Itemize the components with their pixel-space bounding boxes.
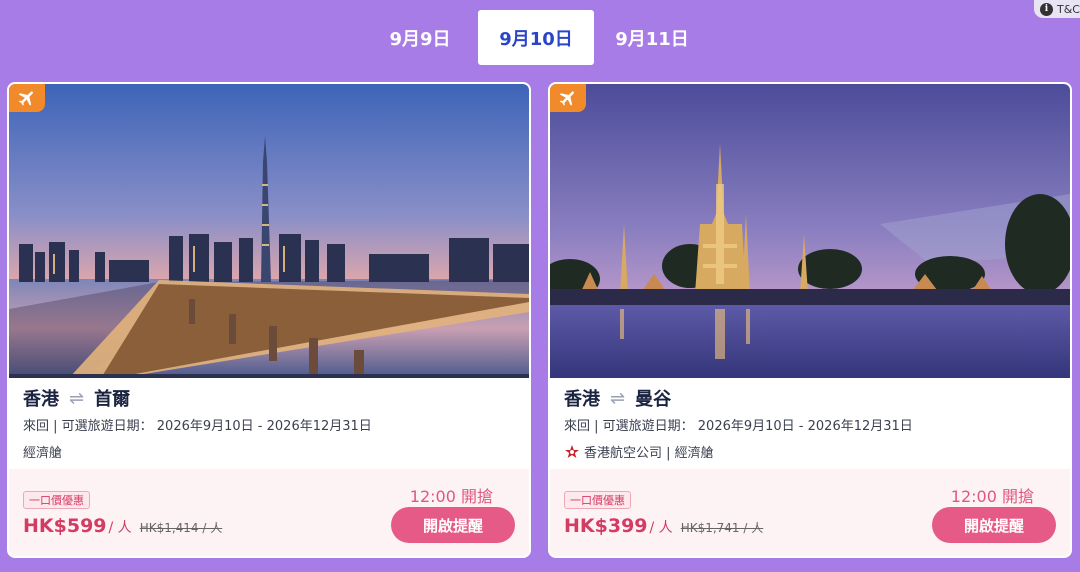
deal-card-seoul[interactable]: 香港 ⇌ 首爾 來回 | 可選旅遊日期： 2026年9月10日 - 2026年1… — [7, 82, 531, 558]
route: 香港 ⇌ 首爾 — [23, 385, 130, 411]
sale-time: 12:00 開搶 — [409, 487, 493, 506]
original-price: HK$1,414 / 人 — [139, 521, 223, 535]
enable-reminder-button[interactable]: 開啟提醒 — [932, 507, 1056, 543]
date-tabs: 9月9日 9月10日 9月11日 — [362, 10, 710, 65]
seoul-skyline-photo — [9, 84, 529, 378]
destination-city: 曼谷 — [635, 389, 672, 410]
price: HK$399 — [564, 515, 648, 537]
hong-kong-airlines-logo-icon — [565, 444, 579, 458]
travel-dates: 來回 | 可選旅遊日期： 2026年9月10日 - 2026年12月31日 — [23, 419, 372, 434]
price-row: HK$599 / 人 HK$1,414 / 人 — [23, 515, 222, 537]
original-price: HK$1,741 / 人 — [680, 521, 764, 535]
origin-city: 香港 — [564, 389, 600, 410]
per-person: / 人 — [649, 520, 673, 536]
sale-time: 12:00 開搶 — [950, 487, 1034, 506]
route: 香港 ⇌ 曼谷 — [564, 385, 671, 411]
plane-icon — [550, 84, 586, 112]
info-icon: i — [1040, 2, 1053, 16]
round-trip-icon: ⇌ — [610, 387, 626, 409]
cabin-label: 經濟艙 — [23, 446, 63, 461]
price: HK$599 — [23, 515, 107, 537]
tnc-link[interactable]: i T&C — [1034, 0, 1080, 18]
per-person: / 人 — [108, 520, 132, 536]
tnc-label: T&C — [1057, 2, 1080, 16]
destination-city: 首爾 — [94, 389, 131, 410]
cabin-label: 香港航空公司 | 經濟艙 — [584, 446, 714, 461]
deal-card-bangkok[interactable]: 香港 ⇌ 曼谷 來回 | 可選旅遊日期： 2026年9月10日 - 2026年1… — [548, 82, 1072, 558]
price-panel: 一口價優惠 HK$399 / 人 HK$1,741 / 人 12:00 開搶 開… — [550, 469, 1070, 556]
cabin-class: 香港航空公司 | 經濟艙 — [564, 442, 714, 461]
bangkok-temple-photo — [550, 84, 1070, 378]
tab-sep-11[interactable]: 9月11日 — [594, 10, 710, 65]
price-row: HK$399 / 人 HK$1,741 / 人 — [564, 515, 763, 537]
enable-reminder-button[interactable]: 開啟提醒 — [391, 507, 515, 543]
plane-icon — [9, 84, 45, 112]
round-trip-icon: ⇌ — [69, 387, 85, 409]
promo-tag: 一口價優惠 — [23, 491, 90, 509]
tab-sep-9[interactable]: 9月9日 — [362, 10, 478, 65]
cabin-class: 經濟艙 — [23, 442, 62, 461]
price-panel: 一口價優惠 HK$599 / 人 HK$1,414 / 人 12:00 開搶 開… — [9, 469, 529, 556]
tab-sep-10[interactable]: 9月10日 — [478, 10, 594, 65]
origin-city: 香港 — [23, 389, 59, 410]
travel-dates: 來回 | 可選旅遊日期： 2026年9月10日 - 2026年12月31日 — [564, 419, 913, 434]
promo-tag: 一口價優惠 — [564, 491, 631, 509]
